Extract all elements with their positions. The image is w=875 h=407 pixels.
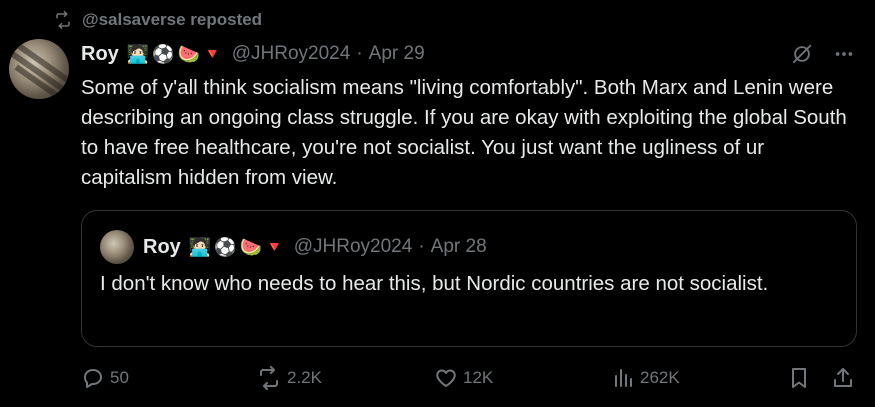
action-bar: 50 2.2K 12K 262K xyxy=(81,366,861,400)
quote-date: Apr 28 xyxy=(430,236,487,257)
separator-dot: · xyxy=(356,43,363,64)
soccer-ball-emoji: ⚽ xyxy=(214,236,237,257)
watermelon-emoji: 🍉 xyxy=(239,236,263,257)
bookmark-button[interactable] xyxy=(787,366,811,390)
quote-author-badges: 🧑🏻‍💻 ⚽ 🍉 🔻 xyxy=(189,237,284,258)
reply-count: 50 xyxy=(110,368,129,387)
technologist-emoji: 🧑🏻‍💻 xyxy=(126,43,150,64)
tweet-header: Roy 🧑🏻‍💻 ⚽ 🍉 🔻 @JHRoy2024 · Apr 29 xyxy=(81,40,855,68)
post-date[interactable]: Apr 29 xyxy=(369,43,425,65)
quote-author-handle: @JHRoy2024 xyxy=(293,236,413,257)
repost-indicator[interactable]: @salsaverse reposted xyxy=(54,10,262,30)
quote-avatar[interactable] xyxy=(100,230,134,264)
reply-button[interactable]: 50 xyxy=(81,366,129,390)
repost-icon xyxy=(54,11,72,29)
analytics-icon xyxy=(611,366,635,390)
repost-text: @salsaverse reposted xyxy=(82,10,263,29)
view-count: 262K xyxy=(640,368,680,387)
watermelon-emoji: 🍉 xyxy=(177,43,201,64)
reply-icon xyxy=(81,366,105,390)
soccer-ball-emoji: ⚽ xyxy=(152,43,175,64)
heart-icon xyxy=(434,366,458,390)
repost-icon xyxy=(256,366,282,390)
more-options-icon[interactable] xyxy=(833,43,855,65)
share-button[interactable] xyxy=(831,366,855,390)
grok-icon[interactable] xyxy=(791,43,813,65)
separator-dot: · xyxy=(418,236,425,257)
author-badges: 🧑🏻‍💻 ⚽ 🍉 🔻 xyxy=(127,44,222,65)
share-icon xyxy=(831,366,855,390)
red-triangle-emoji: 🔻 xyxy=(265,239,284,256)
quoted-tweet[interactable]: Roy 🧑🏻‍💻 ⚽ 🍉 🔻 @JHRoy2024 · Apr 28 I don… xyxy=(81,210,857,347)
quote-text: I don't know who needs to hear this, but… xyxy=(100,272,769,295)
quote-header: Roy 🧑🏻‍💻 ⚽ 🍉 🔻 @JHRoy2024 · Apr 28 xyxy=(143,233,487,261)
technologist-emoji: 🧑🏻‍💻 xyxy=(188,236,212,257)
tweet-text: Some of y'all think socialism means "liv… xyxy=(81,76,847,189)
repost-count: 2.2K xyxy=(287,368,322,387)
repost-button[interactable]: 2.2K xyxy=(256,366,322,390)
like-count: 12K xyxy=(463,368,494,387)
views-button[interactable]: 262K xyxy=(611,366,680,390)
author-handle[interactable]: @JHRoy2024 xyxy=(232,43,351,65)
author-name[interactable]: Roy xyxy=(81,43,119,66)
red-triangle-emoji: 🔻 xyxy=(203,46,222,63)
bookmark-icon xyxy=(787,366,811,390)
avatar[interactable] xyxy=(9,39,69,99)
quote-author-name: Roy xyxy=(143,235,181,258)
like-button[interactable]: 12K xyxy=(434,366,493,390)
